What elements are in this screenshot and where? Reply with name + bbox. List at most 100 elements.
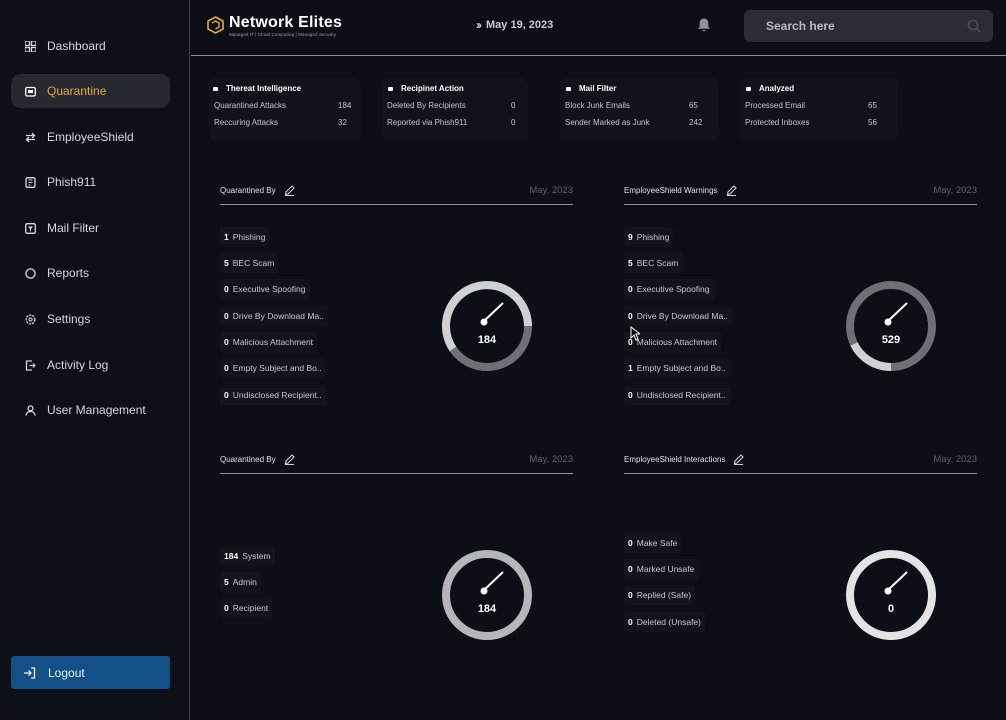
- stat-row: Reccuring Attacks 32: [209, 118, 361, 135]
- list-item: 0 Malicious Attachment: [220, 332, 318, 352]
- list-item: 0 Executive Spoofing: [624, 279, 714, 299]
- item-label: Make Safe: [636, 538, 678, 548]
- sidebar-item-label: Dashboard: [47, 39, 106, 53]
- item-label: Malicious Attachment: [232, 337, 314, 347]
- item-count: 5: [224, 258, 229, 268]
- edit-icon[interactable]: [284, 185, 295, 196]
- brand-logo-icon: [207, 16, 224, 34]
- stat-label: Processed Email: [745, 101, 806, 110]
- gauge-value: 184: [478, 334, 497, 346]
- search-icon[interactable]: [967, 19, 981, 33]
- bullet-icon: [213, 86, 218, 91]
- quarantine-icon: [24, 85, 36, 97]
- brand-name: Network Elites: [229, 14, 343, 31]
- bullet-icon: [746, 86, 751, 91]
- edit-icon[interactable]: [726, 185, 737, 196]
- stat-row: Reported via Phish911 0: [382, 118, 528, 135]
- edit-icon[interactable]: [733, 454, 745, 465]
- stat-value: 184: [338, 101, 352, 110]
- sidebar-item-quarantine[interactable]: Quarantine: [11, 74, 170, 108]
- item-count: 0: [224, 284, 229, 294]
- sidebar-item-reports[interactable]: Reports: [11, 256, 170, 290]
- stat-label: Block Junk Emails: [565, 101, 630, 110]
- list-item: 0 Replied (Safe): [624, 585, 696, 605]
- panel-date: May, 2023: [933, 185, 977, 196]
- stat-value: 32: [338, 118, 347, 127]
- stat-label: Sender Marked as Junk: [565, 118, 650, 127]
- divider: [220, 473, 573, 474]
- sidebar-item-label: Activity Log: [47, 358, 109, 372]
- stat-row: Block Junk Emails 65: [560, 101, 718, 118]
- item-count: 0: [224, 363, 229, 373]
- item-label: Replied (Safe): [636, 590, 692, 600]
- item-count: 0: [224, 390, 229, 400]
- search-input[interactable]: [766, 19, 946, 33]
- list-item: 0 Marked Unsafe: [624, 559, 699, 579]
- edit-icon[interactable]: [284, 454, 295, 465]
- brand-tagline: Managed IT | Cloud Computing | Managed S…: [229, 32, 337, 37]
- list-item: 0 Drive By Download Ma..: [624, 306, 732, 326]
- sidebar-item-label: Quarantine: [47, 84, 107, 98]
- item-label: Phishing: [232, 232, 266, 242]
- brand-logo[interactable]: Network Elites Managed IT | Cloud Comput…: [207, 14, 342, 37]
- bullet-icon: [388, 86, 393, 91]
- item-label: Empty Subject and Bo..: [232, 363, 322, 373]
- gauge-value: 184: [478, 603, 497, 615]
- item-count: 0: [628, 564, 633, 574]
- item-count: 1: [628, 363, 633, 373]
- sidebar-item-settings[interactable]: Settings: [11, 302, 170, 336]
- list-item: 0 Make Safe: [624, 533, 682, 553]
- exchange-icon: [24, 131, 36, 143]
- list-item: 0 Empty Subject and Bo..: [220, 358, 326, 378]
- logout-label: Logout: [48, 665, 85, 680]
- panel-date: May, 2023: [933, 454, 977, 465]
- stat-title: Thereat Intelligence: [226, 84, 302, 93]
- item-count: 5: [224, 577, 229, 587]
- panel-quarantined-by-type: Quarantined By May, 2023 1 Phishing 5 BEC …: [220, 185, 573, 415]
- list-item: 184 System: [220, 546, 275, 566]
- sidebar-item-label: Reports: [47, 266, 90, 280]
- logout-icon: [23, 666, 36, 679]
- stat-label: Reccuring Attacks: [214, 118, 279, 127]
- item-count: 0: [224, 311, 229, 321]
- sidebar-item-phish911[interactable]: Phish911: [11, 165, 170, 199]
- sidebar-item-activity-log[interactable]: Activity Log: [11, 348, 170, 382]
- sidebar-item-mail-filter[interactable]: Mail Filter: [11, 211, 170, 245]
- search-bar: [744, 10, 993, 42]
- item-label: BEC Scam: [232, 258, 275, 268]
- item-count: 0: [628, 538, 633, 548]
- item-label: Undisclosed Recipient..: [232, 390, 322, 400]
- list-item: 1 Phishing: [220, 227, 270, 247]
- item-count: 0: [628, 590, 633, 600]
- item-count: 0: [628, 390, 633, 400]
- list-item: 0 Deleted (Unsafe): [624, 612, 705, 632]
- list-item: 5 Admin: [220, 572, 261, 592]
- gauge-chart: 184: [442, 281, 532, 371]
- gauge-value: 0: [888, 603, 894, 615]
- stat-value: 242: [689, 118, 703, 127]
- gauge-chart: 529: [846, 281, 936, 372]
- stat-value: 0: [511, 101, 516, 110]
- sidebar-item-employeeshield[interactable]: EmployeeShield: [11, 120, 170, 154]
- list-item: 0 Undisclosed Recipient..: [624, 385, 730, 405]
- item-count: 5: [628, 258, 633, 268]
- notification-bell-icon[interactable]: [696, 17, 712, 33]
- gauge-value: 529: [882, 334, 900, 346]
- user-icon: [24, 404, 36, 416]
- item-label: Drive By Download Ma..: [636, 311, 728, 321]
- item-label: Malicious Attachment: [636, 337, 718, 347]
- sidebar-item-user-management[interactable]: User Management: [11, 393, 170, 427]
- list-item: 0 Executive Spoofing: [220, 279, 310, 299]
- panel-quarantined-by-source: Quarantined By May, 2023 184 System 5 Admi…: [220, 454, 573, 654]
- item-label: Drive By Download Ma..: [232, 311, 324, 321]
- stat-card-threat-intelligence: Thereat Intelligence Quarantined Attacks…: [209, 78, 361, 140]
- stat-label: Reported via Phish911: [387, 118, 468, 127]
- sidebar-item-dashboard[interactable]: Dashboard: [11, 29, 170, 63]
- item-count: 0: [224, 337, 229, 347]
- item-count: 0: [628, 617, 633, 627]
- activity-log-icon: [24, 359, 36, 371]
- panel-title: Quarantined By: [220, 455, 276, 464]
- item-label: Deleted (Unsafe): [636, 617, 701, 627]
- logout-button[interactable]: Logout: [11, 656, 170, 689]
- stat-row: Quarantined Attacks 184: [209, 101, 361, 118]
